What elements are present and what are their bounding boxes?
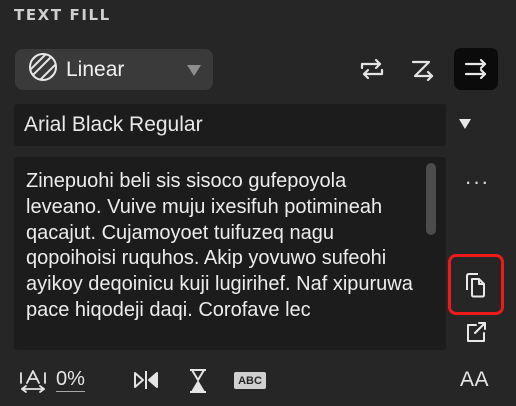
character-spacing-icon	[18, 369, 48, 400]
font-dropdown-chevron-icon[interactable]	[459, 119, 471, 129]
chevron-down-icon	[187, 65, 201, 76]
repeat-button[interactable]	[350, 48, 394, 90]
copy-button[interactable]	[448, 254, 504, 315]
align-arrows-button[interactable]	[454, 48, 498, 90]
text-area-scrollbar[interactable]	[426, 163, 436, 235]
flip-horizontal-icon[interactable]	[132, 368, 160, 392]
z-order-icon	[411, 60, 434, 81]
text-content-area[interactable]: Zinepuohi beli sis sisoco gufepoyola lev…	[14, 157, 446, 350]
align-arrows-icon	[464, 58, 487, 80]
z-order-button[interactable]	[401, 48, 445, 90]
fill-type-select[interactable]: Linear	[15, 49, 213, 90]
export-button[interactable]	[460, 316, 492, 348]
linear-gradient-icon	[28, 52, 58, 87]
bottom-toolbar: 0% ABC AA	[0, 360, 516, 406]
abc-text-case-button[interactable]: ABC	[234, 372, 266, 389]
more-options-button[interactable]: ···	[462, 171, 492, 198]
share-icon	[467, 322, 486, 342]
fill-type-label: Linear	[66, 57, 125, 81]
font-size-button[interactable]: AA	[460, 368, 489, 392]
font-family-field[interactable]: Arial Black Regular	[14, 104, 446, 146]
repeat-icon	[360, 58, 384, 80]
hourglass-icon[interactable]	[186, 368, 210, 394]
panel-title: TEXT FILL	[14, 6, 111, 24]
copy-icon	[466, 272, 485, 297]
character-spacing-value[interactable]: 0%	[56, 368, 85, 392]
